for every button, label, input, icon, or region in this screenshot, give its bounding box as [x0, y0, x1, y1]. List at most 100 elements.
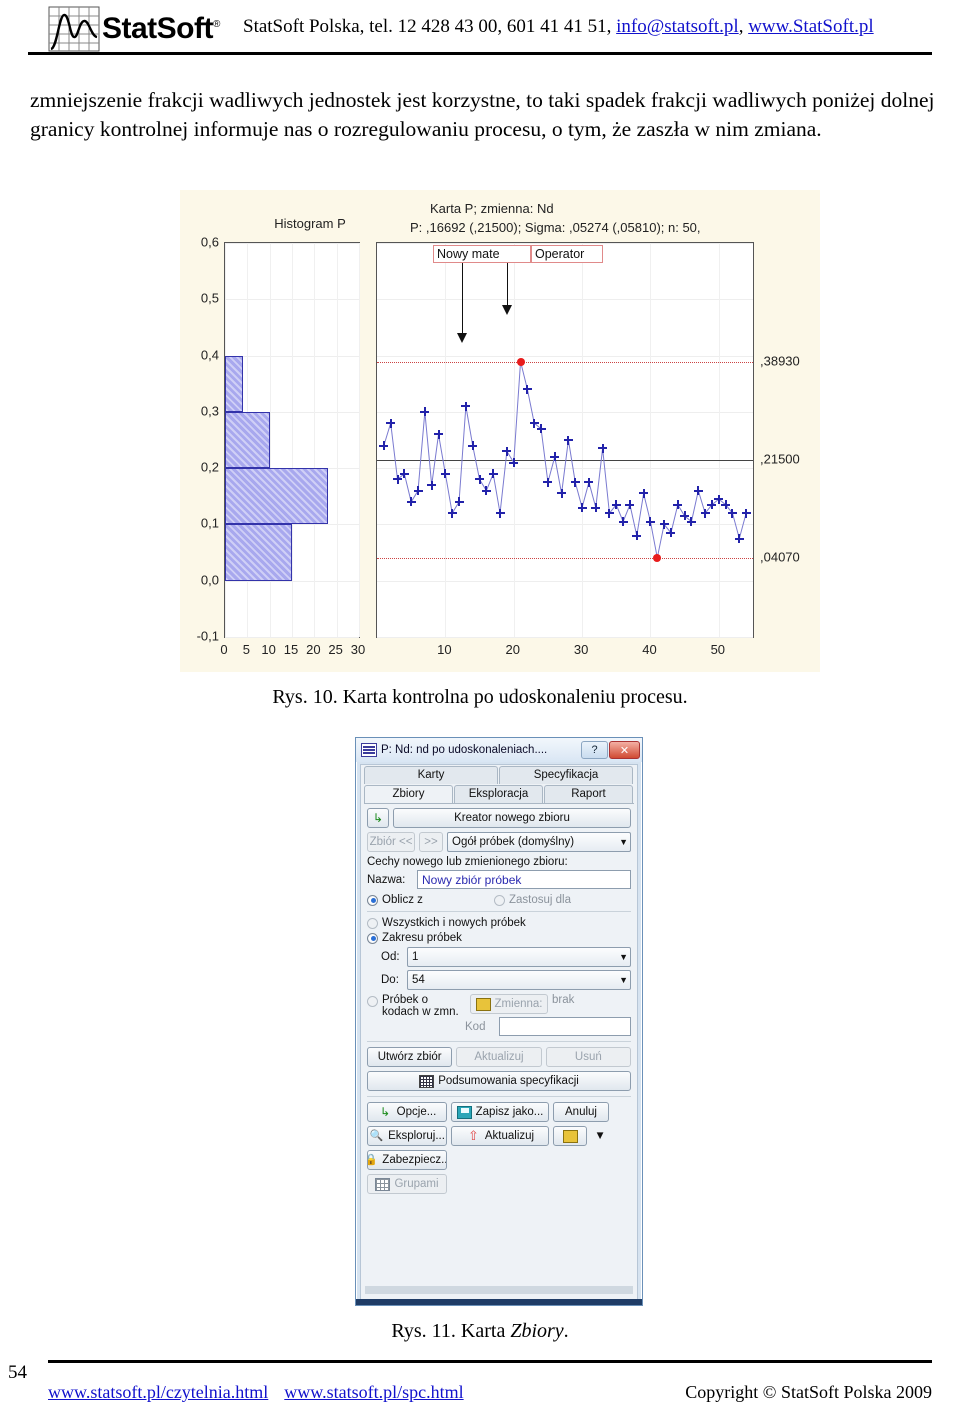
options-button[interactable]: ↳ Opcje...: [367, 1102, 447, 1122]
radio-all-new-samples[interactable]: [367, 917, 378, 929]
data-point: [741, 508, 751, 518]
grid-icon: [375, 1177, 391, 1191]
figure-11-dialog: P: Nd: nd po udoskonaleniach.... ? ✕ Kar…: [355, 737, 643, 1306]
data-point: [666, 528, 676, 538]
dialog-status-strip: [365, 1286, 633, 1294]
wizard-icon-button[interactable]: ↳: [367, 808, 389, 828]
radio-sample-range[interactable]: [367, 932, 378, 944]
panel-divider-2: [367, 1041, 631, 1042]
data-point: [632, 531, 642, 541]
x-tick-label: 40: [642, 642, 657, 657]
data-point: [495, 508, 505, 518]
data-point: [522, 384, 532, 394]
out-of-control-point: [516, 357, 525, 366]
tab-raport[interactable]: Raport: [544, 785, 633, 803]
data-point: [611, 500, 621, 510]
annotation-arrow-head: [501, 304, 512, 315]
tab-specyfikacja[interactable]: Specyfikacja: [499, 766, 633, 784]
panel-divider-3: [367, 1096, 631, 1097]
all-new-samples-row: Wszystkich i nowych próbek: [367, 917, 631, 929]
footer-link-spc[interactable]: www.statsoft.pl/spc.html: [284, 1382, 463, 1402]
gridline: [359, 243, 360, 637]
update-button[interactable]: ⇧ Aktualizuj: [451, 1126, 549, 1146]
previous-set-button[interactable]: Zbiór <<: [367, 832, 415, 852]
footer-link-czytelnia[interactable]: www.statsoft.pl/czytelnia.html: [48, 1382, 268, 1402]
dialog-window-icon: [361, 743, 377, 757]
data-point: [434, 429, 444, 439]
tab-row-2: Zbiory Eksploracja Raport: [361, 784, 637, 803]
data-point: [536, 424, 546, 434]
radio-apply-for[interactable]: [494, 894, 505, 906]
y-tick-label: -0,1: [196, 628, 219, 644]
green-arrow-icon: ↳: [372, 810, 384, 825]
name-input[interactable]: Nowy zbiór próbek: [417, 870, 631, 889]
data-point: [509, 458, 519, 467]
tab-karty[interactable]: Karty: [364, 766, 498, 784]
footer-divider: [48, 1360, 932, 1363]
range-samples-row: Zakresu próbek: [367, 932, 631, 944]
y-tick-label: 0,4: [200, 347, 219, 363]
website-link[interactable]: www.StatSoft.pl: [748, 16, 873, 37]
dialog-bottom-bar: [356, 1299, 642, 1305]
data-point: [639, 488, 649, 498]
set-selector-combo[interactable]: Ogół próbek (domyślny) ▼: [447, 832, 631, 852]
groups-button[interactable]: Grupami: [367, 1174, 447, 1194]
data-point: [543, 477, 553, 487]
quick-tool-button[interactable]: [553, 1126, 587, 1146]
data-point: [386, 418, 396, 428]
y-tick-label: 0,6: [200, 234, 219, 250]
histogram-bar: [225, 468, 328, 525]
next-set-button[interactable]: >>: [419, 832, 443, 852]
from-combo[interactable]: 1 ▼: [407, 947, 631, 967]
chevron-down-icon: ▼: [619, 975, 628, 985]
new-set-wizard-button[interactable]: Kreator nowego zbioru: [393, 808, 631, 828]
close-icon[interactable]: ✕: [609, 741, 640, 759]
tab-row-1: Karty Specyfikacja: [361, 765, 637, 784]
update-button-label: Aktualizuj: [484, 1130, 535, 1142]
variable-button[interactable]: Zmienna:: [470, 994, 548, 1014]
set-properties-label: Cechy nowego lub zmienionego zbioru:: [367, 856, 568, 868]
page-header: StatSoft® StatSoft Polska, tel. 12 428 4…: [0, 0, 960, 58]
chart-title: Karta P; zmienna: Nd P: ,16692 (,21500);…: [410, 200, 830, 238]
code-input[interactable]: [499, 1017, 631, 1036]
delete-set-button[interactable]: Usuń: [545, 1047, 631, 1067]
data-point: [413, 486, 423, 496]
data-point: [481, 486, 491, 496]
tab-zbiory[interactable]: Zbiory: [364, 785, 453, 803]
y-tick-label: 0,5: [200, 290, 219, 306]
up-arrow-icon: ⇧: [467, 1127, 479, 1143]
to-row: Do: 54 ▼: [367, 970, 631, 990]
contact-text: StatSoft Polska, tel. 12 428 43 00, 601 …: [243, 16, 617, 37]
data-point: [427, 480, 437, 490]
data-point: [475, 474, 485, 484]
create-set-button[interactable]: Utwórz zbiór: [367, 1047, 453, 1067]
secure-button[interactable]: 🔒 Zabezpiecz...: [367, 1150, 447, 1170]
radio-samples-by-code[interactable]: [367, 996, 378, 1007]
ucl-label: ,38930: [760, 353, 800, 369]
data-point: [591, 503, 601, 513]
data-point: [673, 500, 683, 510]
chart-annotation-label: Nowy mate: [433, 245, 531, 263]
update-set-button[interactable]: Aktualizuj: [456, 1047, 542, 1067]
histogram-plot: [224, 242, 360, 638]
page-number: 54: [8, 1362, 27, 1383]
explore-button[interactable]: 🔍 Eksploruj...: [367, 1126, 447, 1146]
cancel-button[interactable]: Anuluj: [553, 1102, 609, 1122]
x-tick-label: 30: [350, 642, 366, 657]
histogram-bar: [225, 411, 270, 469]
quick-tool-dropdown[interactable]: ▼: [591, 1126, 609, 1146]
annotation-arrow-line: [462, 263, 464, 334]
email-link[interactable]: info@statsoft.pl: [616, 16, 739, 37]
help-button[interactable]: ?: [581, 741, 608, 759]
radio-compute-from[interactable]: [367, 894, 378, 906]
groups-button-label: Grupami: [394, 1178, 439, 1190]
save-as-button[interactable]: Zapisz jako...: [451, 1102, 549, 1122]
x-tick-label: 5: [242, 642, 250, 657]
to-combo[interactable]: 54 ▼: [407, 970, 631, 990]
spec-summaries-button[interactable]: Podsumowania specyfikacji: [367, 1071, 631, 1091]
set-selector-value: Ogół próbek (domyślny): [452, 836, 575, 848]
x-tick-label: 30: [573, 642, 589, 657]
y-tick-label: 0,3: [200, 403, 219, 419]
set-action-row: Utwórz zbiór Aktualizuj Usuń: [367, 1047, 631, 1067]
tab-eksploracja[interactable]: Eksploracja: [454, 785, 543, 803]
